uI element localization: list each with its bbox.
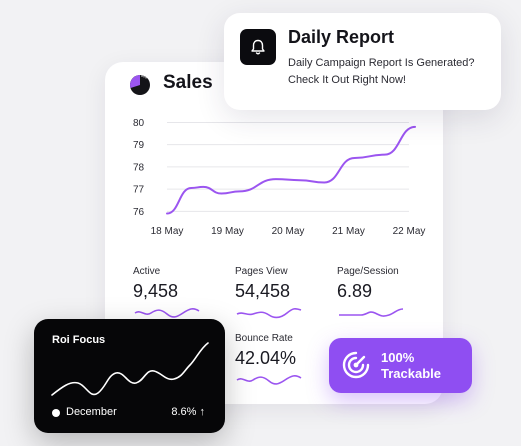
stat-active: Active 9,458 bbox=[133, 266, 223, 319]
roi-sparkline bbox=[51, 342, 209, 396]
trackable-percent: 100% bbox=[381, 350, 415, 365]
x-tick-label: 20 May bbox=[272, 226, 305, 237]
sales-title: Sales bbox=[163, 72, 213, 93]
trackable-text: 100% Trackable bbox=[381, 350, 441, 382]
x-tick-label: 18 May bbox=[151, 226, 184, 237]
y-tick-label: 80 bbox=[133, 118, 145, 129]
x-tick-label: 22 May bbox=[393, 226, 426, 237]
trackable-badge: 100% Trackable bbox=[329, 338, 472, 393]
stat-bounce-rate: Bounce Rate 42.04% bbox=[235, 333, 325, 386]
y-tick-label: 77 bbox=[133, 185, 145, 196]
x-tick-label: 21 May bbox=[332, 226, 365, 237]
legend-dot bbox=[52, 409, 60, 417]
y-tick-label: 76 bbox=[133, 207, 145, 218]
active-sparkline bbox=[134, 308, 200, 318]
page-session-sparkline bbox=[339, 308, 404, 317]
bounce-rate-sparkline bbox=[236, 375, 302, 385]
roi-focus-card: Roi Focus December 8.6% ↑ bbox=[34, 319, 225, 433]
daily-report-notification[interactable]: Daily Report Daily Campaign Report Is Ge… bbox=[224, 13, 501, 110]
stat-value: 54,458 bbox=[235, 281, 291, 301]
pie-chart-icon bbox=[130, 74, 150, 95]
trackable-label: Trackable bbox=[381, 366, 441, 381]
stat-label: Bounce Rate bbox=[235, 333, 293, 344]
stat-label: Pages View bbox=[235, 266, 288, 277]
radar-target-icon bbox=[342, 351, 370, 379]
stat-label: Active bbox=[133, 266, 161, 277]
stat-page-session: Page/Session 6.89 bbox=[337, 266, 427, 319]
y-tick-label: 78 bbox=[133, 162, 145, 173]
roi-percent: 8.6% ↑ bbox=[171, 406, 205, 418]
notification-message: Daily Campaign Report Is Generated? Chec… bbox=[288, 57, 475, 86]
sales-series-line bbox=[166, 125, 417, 215]
stat-value: 9,458 bbox=[133, 281, 179, 301]
bell-icon bbox=[240, 29, 276, 65]
x-tick-label: 19 May bbox=[211, 226, 244, 237]
y-tick-label: 79 bbox=[133, 140, 145, 151]
notification-title: Daily Report bbox=[288, 27, 395, 47]
stat-label: Page/Session bbox=[337, 266, 399, 277]
roi-month: December bbox=[66, 406, 117, 418]
pages-view-sparkline bbox=[236, 307, 302, 319]
stat-value: 42.04% bbox=[235, 348, 297, 368]
stat-value: 6.89 bbox=[337, 281, 373, 301]
stat-pages-view: Pages View 54,458 bbox=[235, 266, 325, 319]
